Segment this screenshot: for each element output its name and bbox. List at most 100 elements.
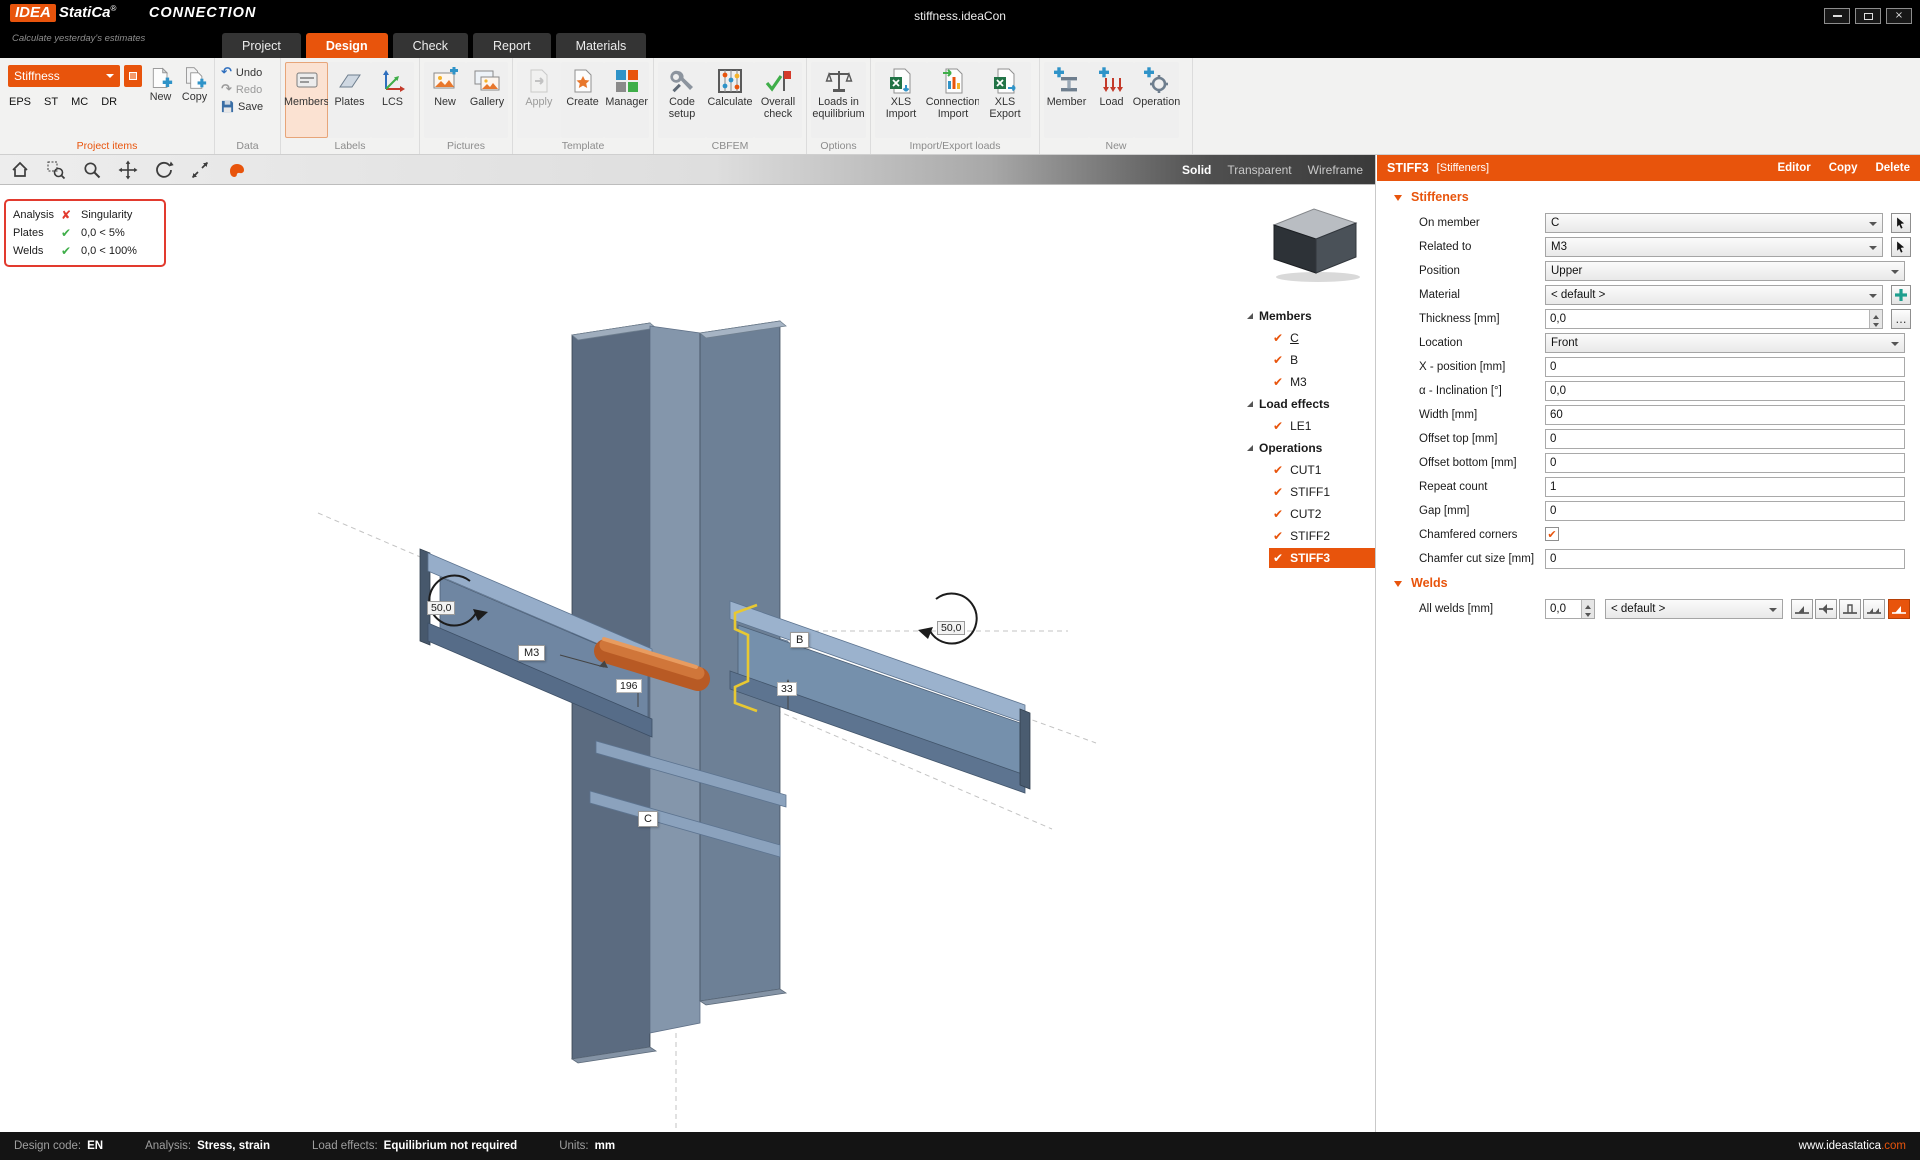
tree-item-stiff3-selected[interactable]: ✔STIFF3 <box>1269 548 1376 568</box>
tree-item-member-c[interactable]: ✔C <box>1243 327 1376 349</box>
pick-member-button[interactable] <box>1891 237 1911 257</box>
member-label-c[interactable]: C <box>638 811 658 827</box>
orientation-cube[interactable] <box>1262 201 1366 283</box>
template-manager-button[interactable]: Manager <box>604 62 649 138</box>
view-mode-transparent[interactable]: Transparent <box>1227 163 1291 177</box>
tree-header-operations[interactable]: Operations <box>1243 437 1376 459</box>
picture-new-button[interactable]: New <box>424 62 466 138</box>
template-create-button[interactable]: Create <box>561 62 605 138</box>
tab-report[interactable]: Report <box>473 33 551 58</box>
viewport-3d[interactable]: Solid Transparent Wireframe Analysis ✘ S… <box>0 155 1376 1132</box>
section-welds[interactable]: Welds <box>1377 571 1920 597</box>
mode-eps[interactable]: EPS <box>9 96 31 108</box>
website-link[interactable]: www.ideastatica.com <box>1799 1140 1906 1152</box>
template-apply-button[interactable]: Apply <box>517 62 561 138</box>
redo-button[interactable]: ↷Redo <box>221 81 262 98</box>
weld-type-selected-button[interactable] <box>1888 599 1910 619</box>
tree-item-cut2[interactable]: ✔CUT2 <box>1243 503 1376 525</box>
weld-type-fillet-button[interactable] <box>1791 599 1813 619</box>
labels-plates-toggle[interactable]: Plates <box>328 62 371 138</box>
labels-lcs-toggle[interactable]: LCS <box>371 62 414 138</box>
close-button[interactable]: × <box>1886 8 1912 24</box>
tab-materials[interactable]: Materials <box>556 33 647 58</box>
tree-item-stiff1[interactable]: ✔STIFF1 <box>1243 481 1376 503</box>
step-up-icon[interactable] <box>1870 310 1882 319</box>
all-welds-stepper[interactable] <box>1581 600 1594 618</box>
tree-header-load-effects[interactable]: Load effects <box>1243 393 1376 415</box>
tab-project[interactable]: Project <box>222 33 301 58</box>
connection-import-button[interactable]: Connection Import <box>927 62 979 138</box>
related-to-select[interactable]: M3 <box>1545 237 1883 257</box>
tree-item-le1[interactable]: ✔LE1 <box>1243 415 1376 437</box>
xls-export-button[interactable]: XLS Export <box>979 62 1031 138</box>
maximize-button[interactable] <box>1855 8 1881 24</box>
step-down-icon[interactable] <box>1582 609 1594 618</box>
offset-top-input[interactable] <box>1545 429 1905 449</box>
repeat-count-input[interactable] <box>1545 477 1905 497</box>
results-paint-toggle[interactable] <box>226 160 246 180</box>
tree-item-cut1[interactable]: ✔CUT1 <box>1243 459 1376 481</box>
add-material-button[interactable] <box>1891 285 1911 305</box>
loads-in-equilibrium-toggle[interactable]: Loads in equilibrium <box>811 62 866 138</box>
mode-st[interactable]: ST <box>44 96 58 108</box>
width-input[interactable] <box>1545 405 1905 425</box>
weld-type-intermittent-button[interactable] <box>1863 599 1885 619</box>
tab-design[interactable]: Design <box>306 33 388 58</box>
overall-check-button[interactable]: Overall check <box>754 62 802 138</box>
view-mode-wireframe[interactable]: Wireframe <box>1308 163 1363 177</box>
thickness-input[interactable] <box>1545 309 1883 329</box>
tree-item-member-m3[interactable]: ✔M3 <box>1243 371 1376 393</box>
code-setup-button[interactable]: Code setup <box>658 62 706 138</box>
copy-project-item-button[interactable]: Copy <box>178 62 211 138</box>
on-member-select[interactable]: C <box>1545 213 1883 233</box>
tree-header-members[interactable]: Members <box>1243 305 1376 327</box>
minimize-button[interactable] <box>1824 8 1850 24</box>
new-member-button[interactable]: Member <box>1044 62 1089 138</box>
step-up-icon[interactable] <box>1582 600 1594 609</box>
chamfered-corners-checkbox[interactable]: ✔ <box>1545 527 1559 541</box>
new-operation-button[interactable]: Operation <box>1134 62 1179 138</box>
undo-button[interactable]: ↶Undo <box>221 64 262 81</box>
pick-member-button[interactable] <box>1891 213 1911 233</box>
labels-members-toggle[interactable]: Members <box>285 62 328 138</box>
new-load-button[interactable]: Load <box>1089 62 1134 138</box>
weld-material-select[interactable]: < default > <box>1605 599 1783 619</box>
member-label-m3[interactable]: M3 <box>518 645 545 661</box>
project-item-swatch-button[interactable] <box>124 65 142 87</box>
view-mode-solid[interactable]: Solid <box>1182 163 1211 177</box>
inclination-input[interactable] <box>1545 381 1905 401</box>
tab-check[interactable]: Check <box>393 33 468 58</box>
tree-item-stiff2[interactable]: ✔STIFF2 <box>1243 525 1376 547</box>
location-select[interactable]: Front <box>1545 333 1905 353</box>
connection-3d-model[interactable] <box>0 185 1376 1132</box>
section-stiffeners[interactable]: Stiffeners <box>1377 185 1920 211</box>
copy-operation-button[interactable]: Copy <box>1829 162 1858 174</box>
editor-button[interactable]: Editor <box>1777 162 1810 174</box>
mode-dr[interactable]: DR <box>101 96 117 108</box>
weld-type-butt-button[interactable] <box>1839 599 1861 619</box>
tree-item-member-b[interactable]: ✔B <box>1243 349 1376 371</box>
zoom-fit-button[interactable] <box>190 160 210 180</box>
x-position-input[interactable] <box>1545 357 1905 377</box>
mode-mc[interactable]: MC <box>71 96 88 108</box>
save-button[interactable]: Save <box>221 98 263 115</box>
gap-input[interactable] <box>1545 501 1905 521</box>
picture-gallery-button[interactable]: Gallery <box>466 62 508 138</box>
weld-type-both-sides-button[interactable] <box>1815 599 1837 619</box>
thickness-more-button[interactable]: … <box>1891 309 1911 329</box>
zoom-window-button[interactable] <box>46 160 66 180</box>
chamfer-cut-size-input[interactable] <box>1545 549 1905 569</box>
delete-operation-button[interactable]: Delete <box>1875 162 1910 174</box>
position-select[interactable]: Upper <box>1545 261 1905 281</box>
calculate-button[interactable]: Calculate <box>706 62 754 138</box>
rotate-view-button[interactable] <box>154 160 174 180</box>
pan-button[interactable] <box>118 160 138 180</box>
offset-bottom-input[interactable] <box>1545 453 1905 473</box>
member-label-b[interactable]: B <box>790 632 809 648</box>
step-down-icon[interactable] <box>1870 319 1882 328</box>
material-select[interactable]: < default > <box>1545 285 1883 305</box>
xls-import-button[interactable]: XLS Import <box>875 62 927 138</box>
zoom-button[interactable] <box>82 160 102 180</box>
home-view-button[interactable] <box>10 160 30 180</box>
thickness-stepper[interactable] <box>1869 310 1882 328</box>
